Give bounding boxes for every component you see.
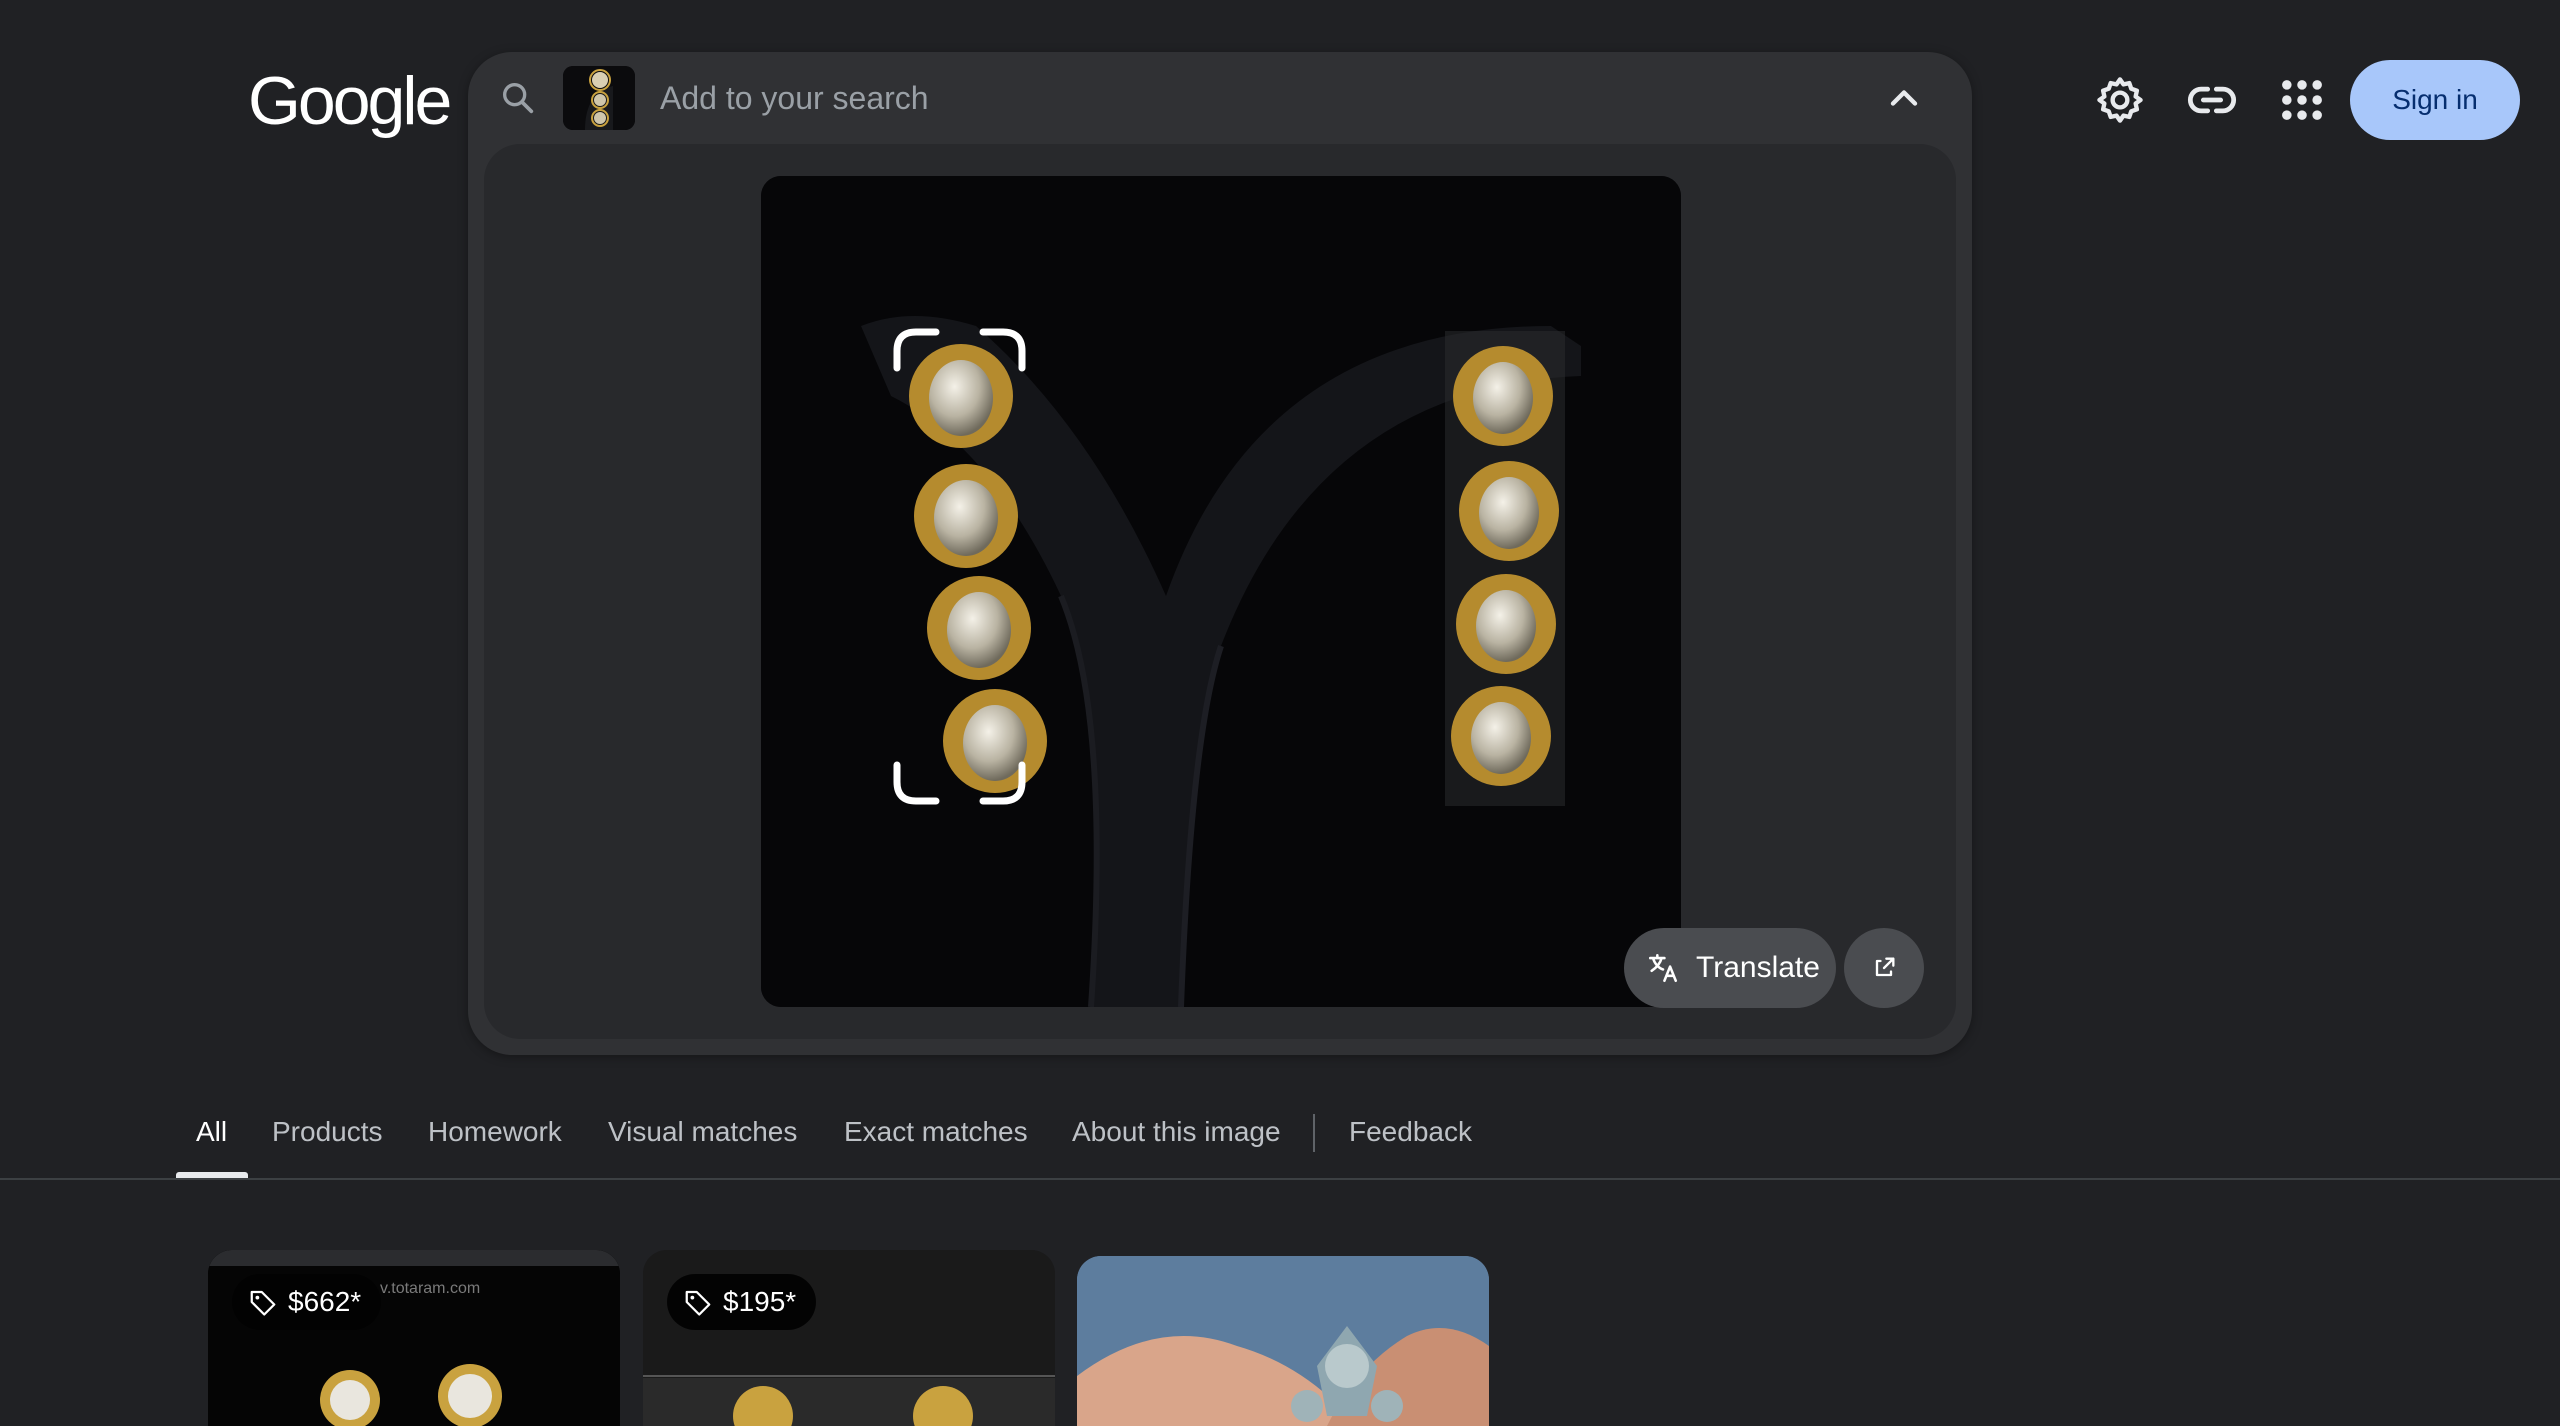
- chevron-up-icon[interactable]: [1882, 76, 1926, 120]
- source-watermark: v.totaram.com: [380, 1280, 481, 1297]
- price-value: $195*: [723, 1286, 797, 1317]
- results-tabs: All Products Homework Visual matches Exa…: [0, 1092, 2560, 1180]
- earrings-photo: [761, 176, 1681, 1007]
- expand-icon: [1875, 957, 1895, 977]
- price-value: $662*: [288, 1286, 362, 1317]
- tab-visual-matches[interactable]: Visual matches: [608, 1116, 797, 1148]
- translate-icon: [1648, 953, 1678, 983]
- active-tab-indicator: [176, 1172, 248, 1178]
- tab-products[interactable]: Products: [272, 1116, 383, 1148]
- translate-label: Translate: [1696, 951, 1820, 984]
- price-badge: $662*: [232, 1274, 382, 1330]
- price-tag-icon: [250, 1290, 276, 1316]
- result-card[interactable]: [1077, 1256, 1489, 1426]
- tab-about-this-image[interactable]: About this image: [1072, 1116, 1281, 1148]
- tab-all[interactable]: All: [196, 1116, 227, 1148]
- sign-in-button[interactable]: Sign in: [2350, 60, 2520, 140]
- price-tag-icon: [685, 1290, 711, 1316]
- link-icon[interactable]: [2186, 74, 2238, 126]
- translate-button[interactable]: Translate: [1624, 928, 1836, 1008]
- google-lens-page: Google Add to your search Translate Sign…: [0, 0, 2560, 1426]
- apps-grid-icon[interactable]: [2276, 74, 2328, 126]
- price-badge: $195*: [667, 1274, 817, 1330]
- query-image[interactable]: [761, 176, 1681, 1007]
- search-input[interactable]: [660, 74, 1760, 122]
- query-image-thumbnail[interactable]: [563, 66, 635, 130]
- tab-homework[interactable]: Homework: [428, 1116, 562, 1148]
- search-icon: [502, 83, 534, 114]
- google-logo[interactable]: Google: [248, 62, 452, 140]
- result-thumbnail: [1077, 1256, 1489, 1426]
- result-card[interactable]: v.totaram.com $662*: [208, 1250, 620, 1426]
- search-bar: [468, 52, 1972, 144]
- expand-button[interactable]: [1844, 928, 1924, 1008]
- result-card[interactable]: $195*: [643, 1250, 1055, 1426]
- settings-icon[interactable]: [2094, 74, 2146, 126]
- tab-divider: [1313, 1114, 1315, 1152]
- tab-exact-matches[interactable]: Exact matches: [844, 1116, 1028, 1148]
- tab-feedback[interactable]: Feedback: [1349, 1116, 1472, 1148]
